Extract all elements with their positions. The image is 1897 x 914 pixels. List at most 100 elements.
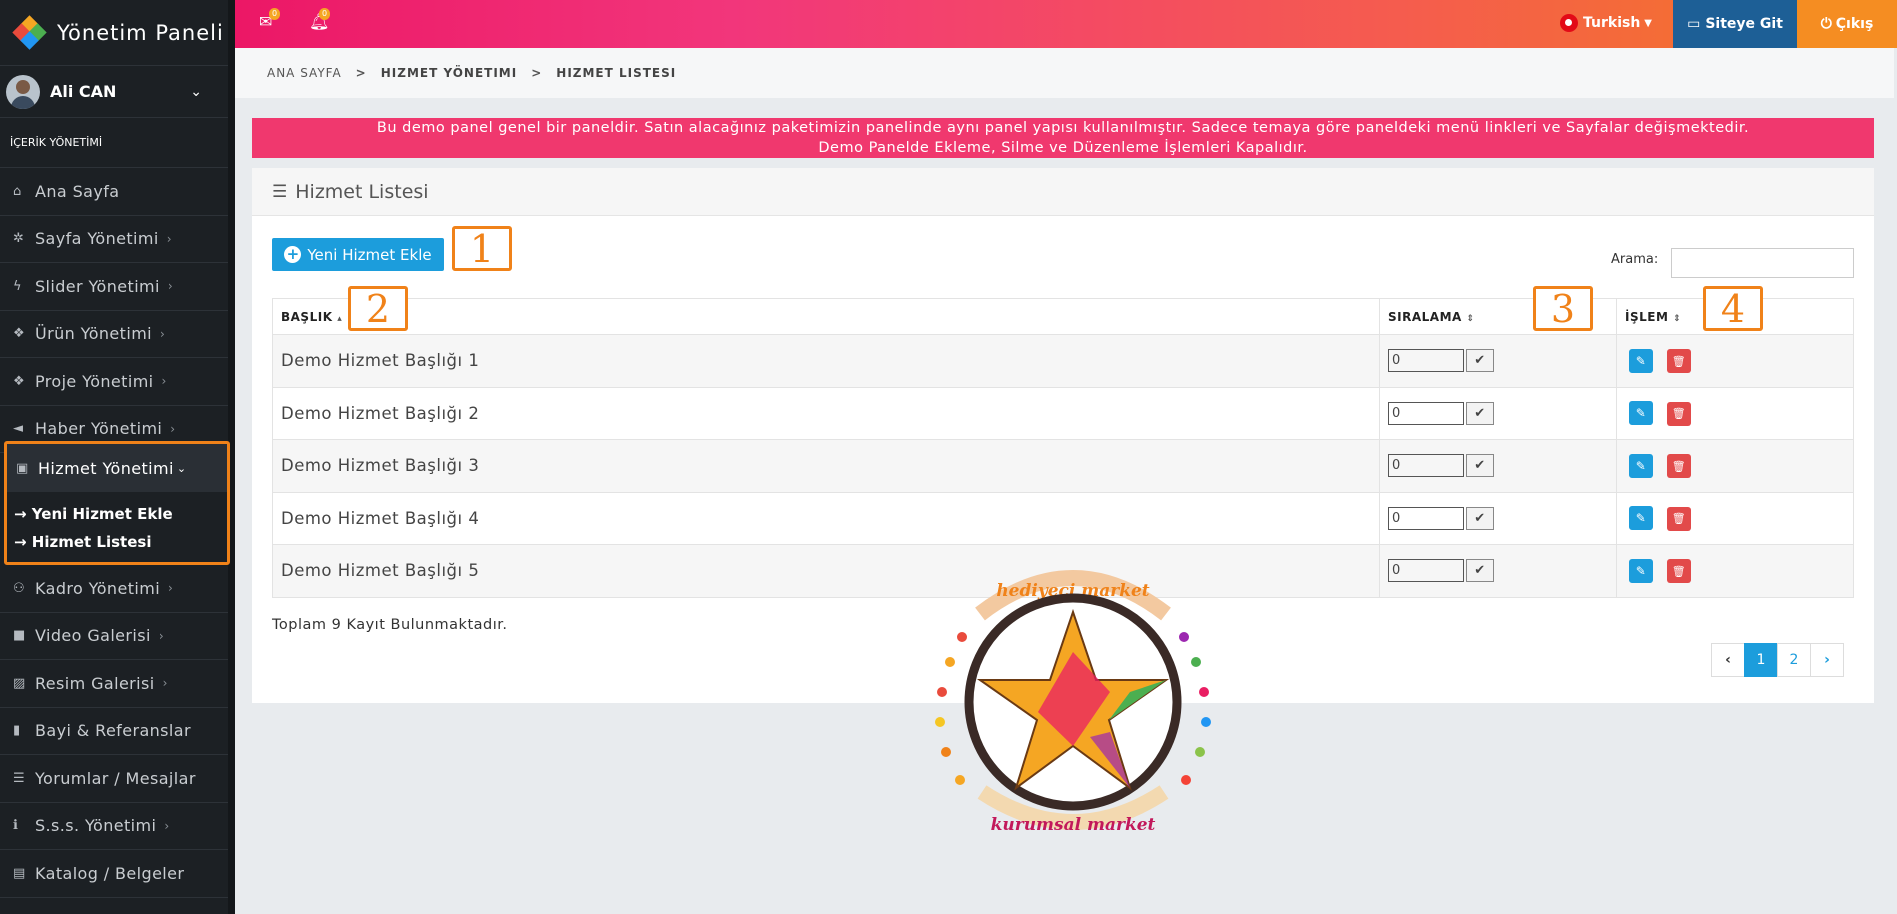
row-actions: ✎ 🗑︎ (1616, 491, 1854, 545)
briefcase-icon: ▣ (16, 460, 29, 476)
page-1[interactable]: 1 (1744, 643, 1778, 677)
kurumsalmarket-watermark-logo: hediyeci market kurumsal market (935, 570, 1211, 835)
submenu-yeni-hizmet-ekle[interactable]: → Yeni Hizmet Ekle (7, 500, 227, 528)
leaf-icon: ✲ (13, 231, 25, 247)
sidebar-item-label: Proje Yönetimi (35, 371, 154, 391)
breadcrumb-section[interactable]: HIZMET YÖNETIMI (381, 66, 517, 80)
edit-pencil-icon[interactable]: ✎ (1629, 558, 1653, 583)
video-camera-icon: ■ (13, 628, 26, 644)
table-row: Demo Hizmet Başlığı 3 0 ✔ ✎ 🗑︎ (272, 439, 1854, 493)
arrow-right-icon: → (14, 505, 32, 523)
sidebar-item-label: Hizmet Yönetimi (38, 458, 174, 478)
check-icon[interactable]: ✔ (1466, 506, 1494, 530)
sidebar-item-label: Ürün Yönetimi (35, 324, 153, 344)
sort-icon: ⇕ (1673, 313, 1682, 324)
topbar: ✉ 0 🔔︎ 0 Turkish ▼ ▭ Siteye Git ⏻ Çıkış (235, 0, 1897, 48)
sidebar-item-label: Bayi & Referanslar (35, 721, 191, 741)
laptop-icon: ▭ (1687, 16, 1701, 32)
edit-pencil-icon[interactable]: ✎ (1629, 401, 1653, 425)
list-icon: ☰ (13, 770, 26, 786)
trash-icon[interactable]: 🗑︎ (1667, 401, 1691, 426)
order-input[interactable]: 0 (1388, 506, 1464, 530)
notification-button[interactable]: 🔔︎ 0 (309, 8, 331, 31)
power-icon: ⏻ (1820, 16, 1832, 32)
info-icon: ℹ (13, 818, 19, 834)
row-order-cell: 0 ✔ (1379, 439, 1617, 493)
order-input[interactable]: 0 (1388, 559, 1464, 583)
sidebar-item-sayfa[interactable]: ✲ Sayfa Yönetimi › (0, 216, 228, 263)
sort-asc-icon: ▴ (337, 313, 343, 324)
sidebar-item-video[interactable]: ■ Video Galerisi › (0, 613, 228, 660)
check-icon[interactable]: ✔ (1466, 454, 1494, 478)
sidebar-item-ana-sayfa[interactable]: ⌂ Ana Sayfa (0, 168, 228, 216)
chevron-right-icon: › (160, 326, 166, 341)
sidebar-item-hizmet[interactable]: ▣ Hizmet Yönetimi ⌄ (7, 444, 227, 492)
sidebar-item-slider[interactable]: ϟ Slider Yönetimi › (0, 263, 228, 311)
sidebar-item-yorumlar[interactable]: ☰ Yorumlar / Mesajlar (0, 755, 228, 803)
sidebar-item-kadro[interactable]: ⚇ Kadro Yönetimi › (0, 565, 228, 613)
mail-button[interactable]: ✉ 0 (259, 8, 281, 31)
bolt-icon: ϟ (13, 278, 22, 294)
sidebar-item-label: S.s.s. Yönetimi (35, 816, 157, 836)
order-input[interactable]: 0 (1388, 454, 1464, 478)
sidebar-item-label: Sayfa Yönetimi (35, 229, 159, 249)
table-row: Demo Hizmet Başlığı 1 0 ✔ ✎ 🗑︎ (272, 334, 1854, 388)
logout-button[interactable]: ⏻ Çıkış (1797, 0, 1897, 48)
page-title: Hizmet Listesi (295, 180, 429, 203)
sidebar-item-label: Resim Galerisi (35, 673, 155, 693)
sidebar-item-proje[interactable]: ❖ Proje Yönetimi › (0, 358, 228, 406)
submenu-hizmet-listesi[interactable]: → Hizmet Listesi (7, 528, 227, 556)
edit-pencil-icon[interactable]: ✎ (1629, 506, 1653, 530)
sidebar-item-label: Haber Yönetimi (35, 419, 163, 439)
column-header-title[interactable]: BAŞLIK ▴ (272, 298, 1380, 335)
row-actions: ✎ 🗑︎ (1616, 334, 1854, 388)
site-link-button[interactable]: ▭ Siteye Git (1673, 0, 1797, 48)
callout-3: 3 (1533, 286, 1593, 331)
brand[interactable]: Yönetim Paneli (0, 0, 228, 66)
book-icon: ▤ (13, 865, 26, 881)
submenu-label: Yeni Hizmet Ekle (31, 505, 173, 523)
breadcrumb-separator: > (355, 66, 367, 80)
language-selector[interactable]: Turkish ▼ (1560, 14, 1652, 32)
edit-pencil-icon[interactable]: ✎ (1629, 348, 1653, 373)
sidebar-item-bayi[interactable]: ▮ Bayi & Referanslar (0, 708, 228, 755)
chevron-right-icon: › (164, 818, 170, 833)
sidebar-item-urun[interactable]: ❖ Ürün Yönetimi › (0, 311, 228, 358)
edit-pencil-icon[interactable]: ✎ (1629, 453, 1653, 478)
caret-down-icon: ▼ (1644, 17, 1652, 29)
notice-line-2: Demo Panelde Ekleme, Silme ve Düzenleme … (818, 140, 1308, 156)
sort-icon: ⇕ (1466, 313, 1475, 324)
breadcrumb-home[interactable]: ANA SAYFA (267, 66, 342, 80)
breadcrumb: ANA SAYFA > HIZMET YÖNETIMI > HIZMET LIS… (235, 48, 1894, 98)
chevron-right-icon: › (162, 676, 168, 691)
sidebar-item-sss[interactable]: ℹ S.s.s. Yönetimi › (0, 803, 228, 850)
check-icon[interactable]: ✔ (1466, 401, 1494, 425)
trash-icon[interactable]: 🗑︎ (1667, 506, 1691, 531)
trash-icon[interactable]: 🗑︎ (1667, 454, 1691, 478)
sidebar-item-katalog[interactable]: ▤ Katalog / Belgeler (0, 850, 228, 898)
add-service-button[interactable]: + Yeni Hizmet Ekle (272, 238, 444, 271)
search-input[interactable] (1671, 248, 1854, 278)
bell-count-badge: 0 (319, 8, 331, 20)
search-label: Arama: (1611, 252, 1659, 267)
user-menu[interactable]: Ali CAN ⌄ (0, 66, 228, 118)
check-icon[interactable]: ✔ (1466, 349, 1494, 373)
sidebar-item-label: Ana Sayfa (35, 181, 120, 201)
pagination-prev-icon[interactable]: ‹ (1711, 643, 1745, 677)
order-input[interactable]: 0 (1388, 401, 1464, 425)
mail-count-badge: 0 (269, 8, 281, 20)
order-input[interactable]: 0 (1388, 349, 1464, 373)
check-icon[interactable]: ✔ (1466, 559, 1494, 583)
row-order-cell: 0 ✔ (1379, 334, 1617, 388)
trash-icon[interactable]: 🗑︎ (1667, 349, 1691, 373)
page-2[interactable]: 2 (1777, 643, 1811, 677)
sidebar-item-resim[interactable]: ▨ Resim Galerisi › (0, 660, 228, 708)
trash-icon[interactable]: 🗑︎ (1667, 559, 1691, 583)
sidebar-section-title: İÇERİK YÖNETİMİ (0, 118, 228, 168)
chevron-down-icon[interactable]: ⌄ (190, 84, 202, 100)
row-order-cell: 0 ✔ (1379, 544, 1617, 598)
card-header: ☰ Hizmet Listesi (252, 168, 1874, 216)
pagination-next-icon[interactable]: › (1810, 643, 1844, 677)
column-actions-label: İŞLEM (1625, 309, 1669, 324)
language-label: Turkish (1583, 15, 1641, 31)
